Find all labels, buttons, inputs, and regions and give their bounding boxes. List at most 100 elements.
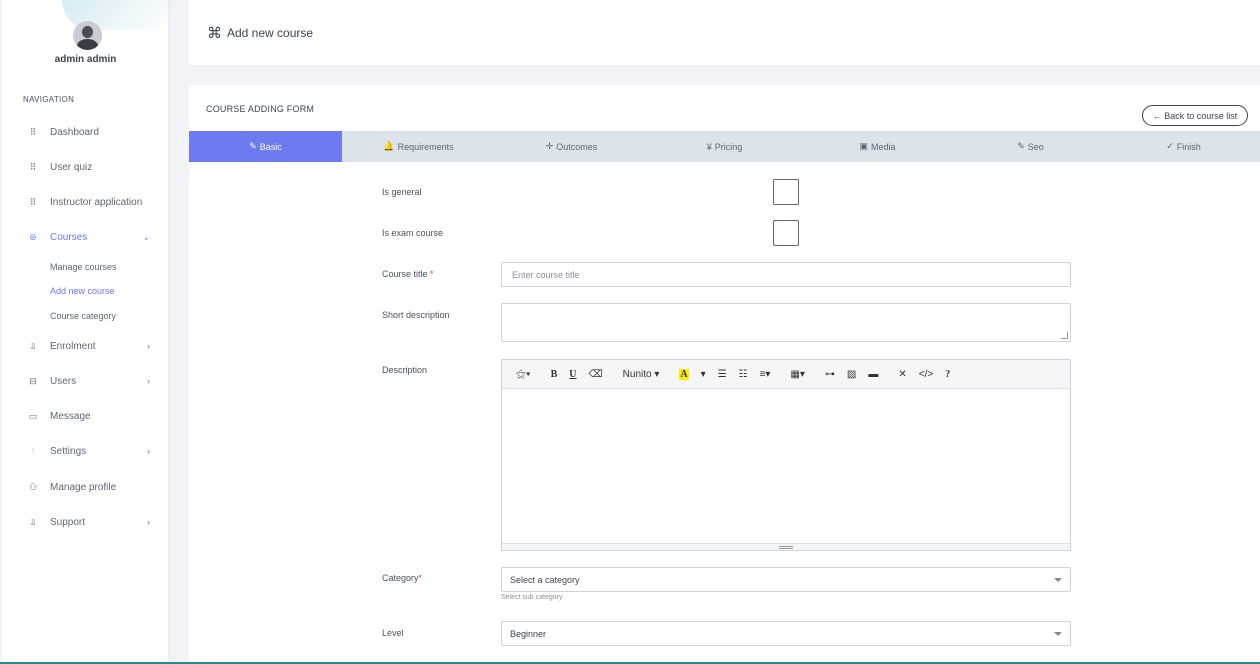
chevron-down-icon: ⌄	[142, 231, 150, 242]
sidebar-item-courses[interactable]: ⊜ Courses ⌄	[22, 227, 162, 247]
sidebar-item-enrolment[interactable]: ⫫ Enrolment ›	[22, 336, 162, 356]
font-family-select[interactable]: Nunito ▾	[617, 364, 666, 384]
back-to-course-list-button[interactable]: ← Back to course list	[1142, 105, 1248, 126]
yen-icon: ¥	[706, 141, 712, 152]
tab-finish[interactable]: ✓ Finish	[1107, 131, 1260, 162]
sitemap-icon: ⫫	[30, 340, 36, 351]
video-icon[interactable]: ▬	[862, 364, 884, 384]
fullscreen-icon[interactable]: ✕	[892, 364, 912, 384]
image-icon[interactable]: ▨	[841, 364, 862, 384]
tab-requirements[interactable]: 🔔 Requirements	[342, 131, 495, 162]
editor-resize-handle[interactable]	[502, 543, 1070, 550]
sidebar-item-message[interactable]: ▭ Message	[22, 406, 162, 426]
grid-icon: ⠿	[29, 161, 37, 172]
check-circle-icon: ✓	[1166, 141, 1174, 151]
tab-label: Pricing	[714, 141, 743, 152]
tab-outcomes[interactable]: ✛ Outcomes	[495, 131, 648, 162]
sidebar-item-label: Support	[50, 516, 86, 528]
page-header: ⌘ Add new course	[189, 0, 1260, 65]
basket-icon: ⊜	[29, 231, 37, 242]
chevron-right-icon: ›	[147, 341, 150, 351]
archive-icon: ⊟	[29, 375, 37, 386]
resize-handle-icon[interactable]	[1061, 332, 1068, 339]
tab-pricing[interactable]: ¥ Pricing	[648, 131, 801, 162]
table-icon[interactable]: ▦▾	[784, 364, 810, 384]
is-general-checkbox[interactable]	[773, 179, 799, 205]
chevron-down-icon[interactable]: ▾	[695, 364, 712, 384]
level-select[interactable]: Beginner	[501, 621, 1071, 646]
pencil-icon: ✎	[249, 141, 257, 151]
sidebar-item-users[interactable]: ⊟ Users ›	[22, 371, 162, 391]
sidebar: admin admin NAVIGATION ⠿ Dashboard ⠿ Use…	[2, 0, 172, 664]
sidebar-item-settings[interactable]: ⫶ Settings ›	[22, 441, 162, 461]
sidebar-item-user-quiz[interactable]: ⠿ User quiz	[22, 157, 162, 177]
chevron-right-icon: ›	[147, 517, 150, 527]
align-icon[interactable]: ≡▾	[754, 364, 777, 384]
sidebar-item-label: Courses	[50, 231, 88, 243]
tab-seo[interactable]: ✎ Seo	[954, 131, 1107, 162]
sidebar-item-label: User quiz	[50, 161, 93, 173]
tab-label: Seo	[1027, 141, 1044, 152]
eraser-icon[interactable]: ⌫	[583, 364, 609, 384]
sidebar-item-manage-profile[interactable]: ⚇ Manage profile	[22, 477, 162, 497]
monitor-icon: ▭	[28, 410, 38, 421]
command-icon: ⌘	[207, 25, 222, 42]
tab-label: Requirements	[397, 141, 454, 152]
tab-label: Media	[871, 141, 896, 152]
required-mark: *	[418, 573, 423, 583]
description-label: Description	[382, 365, 428, 375]
unordered-list-icon[interactable]: ☰	[712, 364, 733, 384]
is-general-label: Is general	[382, 187, 422, 197]
chevron-right-icon: ›	[147, 376, 150, 386]
tab-media[interactable]: ▣ Media	[801, 131, 954, 162]
caret-down-icon	[1054, 632, 1062, 636]
sidebar-item-label: Settings	[50, 445, 87, 457]
page-title-text: Add new course	[227, 26, 314, 40]
category-select[interactable]: Select a category	[501, 567, 1071, 592]
code-view-icon[interactable]: </>	[913, 364, 939, 384]
short-description-label: Short description	[382, 310, 450, 320]
sidebar-item-label: Instructor application	[50, 196, 143, 208]
tag-icon: ✎	[1017, 141, 1025, 151]
sliders-icon: ⫶	[31, 445, 35, 456]
tab-basic[interactable]: ✎ Basic	[189, 131, 342, 162]
nav-heading: NAVIGATION	[23, 95, 75, 104]
category-label: Category*	[382, 573, 423, 583]
sidebar-item-dashboard[interactable]: ⠿ Dashboard	[22, 122, 162, 142]
sidebar-item-support[interactable]: ⫫ Support ›	[22, 512, 162, 532]
sidebar-item-label: Dashboard	[50, 126, 99, 138]
user-name: admin admin	[54, 54, 117, 65]
sidebar-sub-manage-courses[interactable]: Manage courses	[50, 262, 117, 272]
tab-label: Basic	[259, 141, 282, 152]
bold-button[interactable]: B	[545, 364, 564, 384]
help-icon[interactable]: ?	[939, 364, 956, 384]
avatar[interactable]	[73, 21, 102, 50]
sidebar-item-label: Message	[50, 410, 91, 422]
sidebar-item-label: Manage profile	[50, 481, 117, 493]
editor-toolbar: ⚝▾ B U ⌫ Nunito ▾ A ▾ ☰ ☷ ≡▾ ▦▾ ⊶ ▨ ▬ ✕ …	[502, 360, 1070, 389]
card-title: COURSE ADDING FORM	[206, 104, 315, 114]
course-title-input[interactable]: Enter course title	[501, 262, 1071, 287]
underline-button[interactable]: U	[563, 364, 582, 384]
short-description-textarea[interactable]	[501, 303, 1071, 342]
form-tabs: ✎ Basic 🔔 Requirements ✛ Outcomes ¥ Pric…	[189, 131, 1260, 162]
sidebar-sub-course-category[interactable]: Course category	[50, 311, 116, 321]
text-color-button[interactable]: A	[673, 364, 694, 384]
is-exam-course-checkbox[interactable]	[773, 220, 799, 246]
ordered-list-icon[interactable]: ☷	[733, 364, 754, 384]
level-label: Level	[382, 628, 404, 638]
description-editor[interactable]: ⚝▾ B U ⌫ Nunito ▾ A ▾ ☰ ☷ ≡▾ ▦▾ ⊶ ▨ ▬ ✕ …	[501, 359, 1071, 551]
user-icon: ⚇	[28, 481, 38, 492]
caret-down-icon	[1054, 578, 1062, 582]
sitemap-icon: ⫫	[30, 516, 36, 527]
sidebar-sub-add-new-course[interactable]: Add new course	[50, 286, 115, 296]
tab-label: Finish	[1176, 141, 1201, 152]
sidebar-item-label: Enrolment	[50, 340, 96, 352]
link-icon[interactable]: ⊶	[819, 364, 841, 384]
sidebar-item-instructor-application[interactable]: ⠿ Instructor application	[22, 192, 162, 212]
magic-wand-icon[interactable]: ⚝▾	[510, 364, 537, 384]
page-title: ⌘ Add new course	[207, 24, 313, 42]
grid-icon: ⠿	[29, 196, 37, 207]
chevron-right-icon: ›	[147, 446, 150, 456]
course-title-label: Course title *	[382, 269, 434, 279]
